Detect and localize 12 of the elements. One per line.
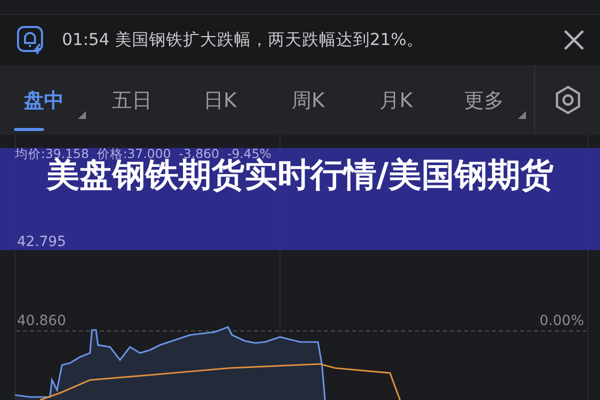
close-button[interactable] [562,28,586,52]
period-tab[interactable]: 日K [176,65,264,135]
change-axis-label: 0.00% [540,312,584,331]
price-axis-label: 42.795 [17,233,66,252]
period-tab[interactable]: 五日 [88,65,176,135]
price-axis-label: 40.860 [17,312,66,331]
period-tab[interactable]: 盘中 [0,65,88,135]
settings-icon [554,85,582,115]
period-tab[interactable]: 月K [352,65,440,135]
period-tab[interactable]: 周K [264,65,352,135]
period-tab[interactable]: 更多 [440,65,528,135]
bell-alert-icon [16,25,46,55]
